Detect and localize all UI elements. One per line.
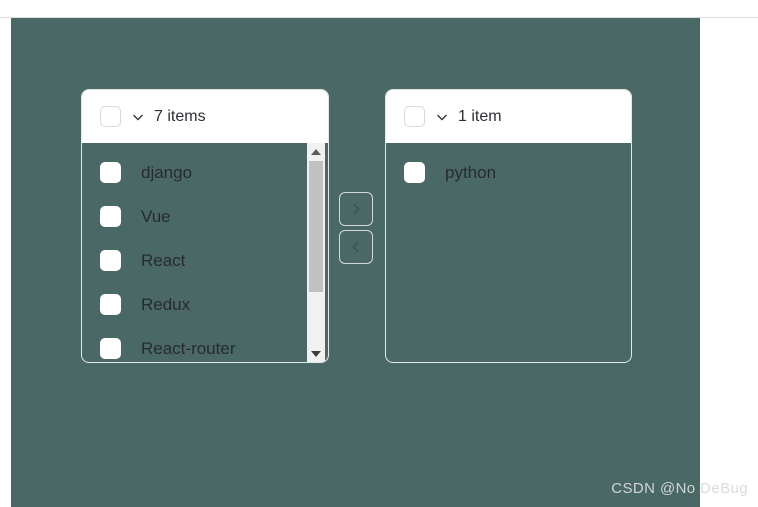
list-item[interactable]: python [386, 150, 631, 194]
target-panel-header: 1 item [386, 90, 631, 143]
source-panel-body: django Vue React Redux React-router [82, 143, 328, 362]
target-select-all-checkbox[interactable] [404, 106, 425, 127]
list-item[interactable]: Vue [82, 194, 328, 238]
target-count-label: 1 item [458, 107, 502, 125]
item-checkbox[interactable] [100, 249, 121, 271]
list-item[interactable]: React [82, 238, 328, 282]
item-checkbox[interactable] [100, 161, 121, 183]
list-item[interactable]: React-router [82, 326, 328, 362]
item-checkbox[interactable] [100, 293, 121, 315]
watermark-text: CSDN @No [611, 480, 696, 497]
target-panel-body: python [386, 143, 631, 362]
move-right-button[interactable] [339, 192, 373, 226]
watermark-tail: DeBug [695, 480, 748, 497]
chevron-right-icon [352, 203, 360, 215]
chevron-down-icon[interactable] [435, 110, 449, 124]
chevron-down-icon[interactable] [131, 110, 145, 124]
item-label: Redux [141, 294, 191, 314]
chevron-left-icon [352, 241, 360, 253]
item-label: python [445, 162, 497, 182]
item-label: React-router [141, 338, 236, 358]
scrollbar-up-arrow[interactable] [307, 143, 325, 160]
transfer-source-panel: 7 items django Vue React Redux React-rou… [81, 89, 329, 363]
scrollbar-down-arrow[interactable] [307, 345, 325, 362]
source-select-all-checkbox[interactable] [100, 106, 121, 127]
item-label: Vue [141, 206, 171, 226]
triangle-up-icon [311, 148, 321, 155]
watermark: CSDN @No DeBug [611, 480, 748, 497]
item-checkbox[interactable] [100, 205, 121, 227]
item-label: django [141, 162, 193, 182]
scrollbar-thumb[interactable] [309, 161, 323, 292]
item-checkbox[interactable] [100, 337, 121, 359]
item-label: React [141, 250, 186, 270]
list-item[interactable]: Redux [82, 282, 328, 326]
page-stage: 7 items django Vue React Redux React-rou… [11, 18, 700, 507]
item-checkbox[interactable] [404, 161, 425, 183]
source-panel-header: 7 items [82, 90, 328, 143]
transfer-button-group [339, 192, 375, 264]
transfer-target-panel: 1 item python [385, 89, 632, 363]
source-list-scrollbar[interactable] [307, 143, 325, 362]
list-item[interactable]: django [82, 150, 328, 194]
triangle-down-icon [311, 350, 321, 357]
move-left-button[interactable] [339, 230, 373, 264]
source-count-label: 7 items [154, 107, 206, 125]
